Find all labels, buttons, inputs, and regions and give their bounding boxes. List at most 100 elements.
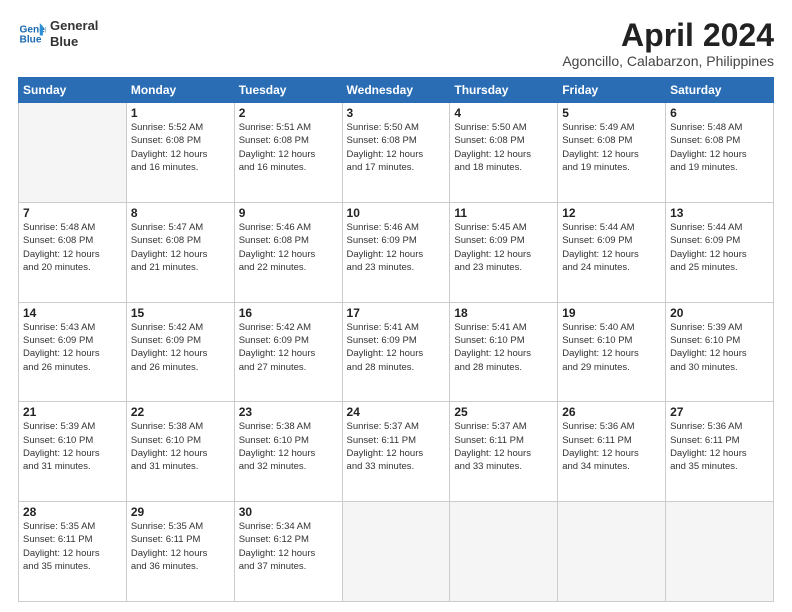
calendar-header-friday: Friday bbox=[558, 78, 666, 103]
calendar-header-thursday: Thursday bbox=[450, 78, 558, 103]
svg-text:Blue: Blue bbox=[20, 34, 42, 45]
calendar-cell: 10Sunrise: 5:46 AMSunset: 6:09 PMDayligh… bbox=[342, 202, 450, 302]
calendar-cell: 7Sunrise: 5:48 AMSunset: 6:08 PMDaylight… bbox=[19, 202, 127, 302]
day-info: Sunrise: 5:52 AMSunset: 6:08 PMDaylight:… bbox=[131, 121, 230, 174]
day-info: Sunrise: 5:38 AMSunset: 6:10 PMDaylight:… bbox=[239, 420, 338, 473]
day-info: Sunrise: 5:44 AMSunset: 6:09 PMDaylight:… bbox=[562, 221, 661, 274]
calendar-header-monday: Monday bbox=[126, 78, 234, 103]
day-info: Sunrise: 5:43 AMSunset: 6:09 PMDaylight:… bbox=[23, 321, 122, 374]
day-info: Sunrise: 5:36 AMSunset: 6:11 PMDaylight:… bbox=[670, 420, 769, 473]
header: General Blue General Blue April 2024 Ago… bbox=[18, 18, 774, 69]
day-number: 29 bbox=[131, 505, 230, 519]
calendar-cell: 16Sunrise: 5:42 AMSunset: 6:09 PMDayligh… bbox=[234, 302, 342, 402]
calendar-cell: 9Sunrise: 5:46 AMSunset: 6:08 PMDaylight… bbox=[234, 202, 342, 302]
calendar-cell: 28Sunrise: 5:35 AMSunset: 6:11 PMDayligh… bbox=[19, 502, 127, 602]
calendar-cell bbox=[19, 103, 127, 203]
day-number: 8 bbox=[131, 206, 230, 220]
title-block: April 2024 Agoncillo, Calabarzon, Philip… bbox=[562, 18, 774, 69]
day-number: 21 bbox=[23, 405, 122, 419]
day-info: Sunrise: 5:36 AMSunset: 6:11 PMDaylight:… bbox=[562, 420, 661, 473]
day-info: Sunrise: 5:49 AMSunset: 6:08 PMDaylight:… bbox=[562, 121, 661, 174]
calendar-cell: 4Sunrise: 5:50 AMSunset: 6:08 PMDaylight… bbox=[450, 103, 558, 203]
logo-icon: General Blue bbox=[18, 20, 46, 48]
day-info: Sunrise: 5:46 AMSunset: 6:08 PMDaylight:… bbox=[239, 221, 338, 274]
day-number: 17 bbox=[347, 306, 446, 320]
calendar-cell: 25Sunrise: 5:37 AMSunset: 6:11 PMDayligh… bbox=[450, 402, 558, 502]
day-info: Sunrise: 5:50 AMSunset: 6:08 PMDaylight:… bbox=[347, 121, 446, 174]
day-number: 3 bbox=[347, 106, 446, 120]
day-number: 22 bbox=[131, 405, 230, 419]
calendar-cell: 13Sunrise: 5:44 AMSunset: 6:09 PMDayligh… bbox=[666, 202, 774, 302]
page-subtitle: Agoncillo, Calabarzon, Philippines bbox=[562, 53, 774, 69]
calendar-cell: 27Sunrise: 5:36 AMSunset: 6:11 PMDayligh… bbox=[666, 402, 774, 502]
calendar-cell bbox=[666, 502, 774, 602]
day-info: Sunrise: 5:35 AMSunset: 6:11 PMDaylight:… bbox=[131, 520, 230, 573]
day-number: 30 bbox=[239, 505, 338, 519]
day-number: 26 bbox=[562, 405, 661, 419]
day-number: 18 bbox=[454, 306, 553, 320]
day-number: 2 bbox=[239, 106, 338, 120]
day-number: 28 bbox=[23, 505, 122, 519]
day-number: 16 bbox=[239, 306, 338, 320]
day-info: Sunrise: 5:37 AMSunset: 6:11 PMDaylight:… bbox=[454, 420, 553, 473]
calendar-cell: 2Sunrise: 5:51 AMSunset: 6:08 PMDaylight… bbox=[234, 103, 342, 203]
calendar-cell: 29Sunrise: 5:35 AMSunset: 6:11 PMDayligh… bbox=[126, 502, 234, 602]
calendar-cell bbox=[450, 502, 558, 602]
day-info: Sunrise: 5:51 AMSunset: 6:08 PMDaylight:… bbox=[239, 121, 338, 174]
day-info: Sunrise: 5:41 AMSunset: 6:09 PMDaylight:… bbox=[347, 321, 446, 374]
calendar-cell: 1Sunrise: 5:52 AMSunset: 6:08 PMDaylight… bbox=[126, 103, 234, 203]
day-info: Sunrise: 5:45 AMSunset: 6:09 PMDaylight:… bbox=[454, 221, 553, 274]
day-info: Sunrise: 5:47 AMSunset: 6:08 PMDaylight:… bbox=[131, 221, 230, 274]
day-info: Sunrise: 5:41 AMSunset: 6:10 PMDaylight:… bbox=[454, 321, 553, 374]
calendar-cell: 20Sunrise: 5:39 AMSunset: 6:10 PMDayligh… bbox=[666, 302, 774, 402]
logo-line1: General bbox=[50, 18, 98, 34]
day-number: 1 bbox=[131, 106, 230, 120]
calendar-cell: 12Sunrise: 5:44 AMSunset: 6:09 PMDayligh… bbox=[558, 202, 666, 302]
day-info: Sunrise: 5:39 AMSunset: 6:10 PMDaylight:… bbox=[23, 420, 122, 473]
calendar-cell: 23Sunrise: 5:38 AMSunset: 6:10 PMDayligh… bbox=[234, 402, 342, 502]
calendar-cell: 15Sunrise: 5:42 AMSunset: 6:09 PMDayligh… bbox=[126, 302, 234, 402]
day-info: Sunrise: 5:44 AMSunset: 6:09 PMDaylight:… bbox=[670, 221, 769, 274]
calendar-week-2: 14Sunrise: 5:43 AMSunset: 6:09 PMDayligh… bbox=[19, 302, 774, 402]
calendar-header: SundayMondayTuesdayWednesdayThursdayFrid… bbox=[19, 78, 774, 103]
calendar-cell: 17Sunrise: 5:41 AMSunset: 6:09 PMDayligh… bbox=[342, 302, 450, 402]
day-number: 23 bbox=[239, 405, 338, 419]
calendar-cell: 6Sunrise: 5:48 AMSunset: 6:08 PMDaylight… bbox=[666, 103, 774, 203]
day-info: Sunrise: 5:50 AMSunset: 6:08 PMDaylight:… bbox=[454, 121, 553, 174]
calendar-cell bbox=[558, 502, 666, 602]
day-info: Sunrise: 5:39 AMSunset: 6:10 PMDaylight:… bbox=[670, 321, 769, 374]
day-number: 4 bbox=[454, 106, 553, 120]
day-info: Sunrise: 5:46 AMSunset: 6:09 PMDaylight:… bbox=[347, 221, 446, 274]
day-number: 24 bbox=[347, 405, 446, 419]
day-number: 13 bbox=[670, 206, 769, 220]
day-info: Sunrise: 5:48 AMSunset: 6:08 PMDaylight:… bbox=[23, 221, 122, 274]
day-number: 6 bbox=[670, 106, 769, 120]
page: General Blue General Blue April 2024 Ago… bbox=[0, 0, 792, 612]
calendar-body: 1Sunrise: 5:52 AMSunset: 6:08 PMDaylight… bbox=[19, 103, 774, 602]
day-number: 12 bbox=[562, 206, 661, 220]
calendar-table: SundayMondayTuesdayWednesdayThursdayFrid… bbox=[18, 77, 774, 602]
header-row: SundayMondayTuesdayWednesdayThursdayFrid… bbox=[19, 78, 774, 103]
day-number: 20 bbox=[670, 306, 769, 320]
calendar-week-3: 21Sunrise: 5:39 AMSunset: 6:10 PMDayligh… bbox=[19, 402, 774, 502]
day-info: Sunrise: 5:35 AMSunset: 6:11 PMDaylight:… bbox=[23, 520, 122, 573]
day-info: Sunrise: 5:34 AMSunset: 6:12 PMDaylight:… bbox=[239, 520, 338, 573]
day-number: 25 bbox=[454, 405, 553, 419]
calendar-header-tuesday: Tuesday bbox=[234, 78, 342, 103]
day-number: 15 bbox=[131, 306, 230, 320]
day-info: Sunrise: 5:42 AMSunset: 6:09 PMDaylight:… bbox=[239, 321, 338, 374]
calendar-header-sunday: Sunday bbox=[19, 78, 127, 103]
calendar-cell: 8Sunrise: 5:47 AMSunset: 6:08 PMDaylight… bbox=[126, 202, 234, 302]
calendar-cell: 11Sunrise: 5:45 AMSunset: 6:09 PMDayligh… bbox=[450, 202, 558, 302]
calendar-cell: 19Sunrise: 5:40 AMSunset: 6:10 PMDayligh… bbox=[558, 302, 666, 402]
logo-text: General Blue bbox=[50, 18, 98, 49]
calendar-cell: 24Sunrise: 5:37 AMSunset: 6:11 PMDayligh… bbox=[342, 402, 450, 502]
day-number: 10 bbox=[347, 206, 446, 220]
calendar-cell bbox=[342, 502, 450, 602]
day-number: 19 bbox=[562, 306, 661, 320]
day-number: 14 bbox=[23, 306, 122, 320]
page-title: April 2024 bbox=[562, 18, 774, 53]
day-info: Sunrise: 5:40 AMSunset: 6:10 PMDaylight:… bbox=[562, 321, 661, 374]
day-info: Sunrise: 5:38 AMSunset: 6:10 PMDaylight:… bbox=[131, 420, 230, 473]
day-number: 11 bbox=[454, 206, 553, 220]
